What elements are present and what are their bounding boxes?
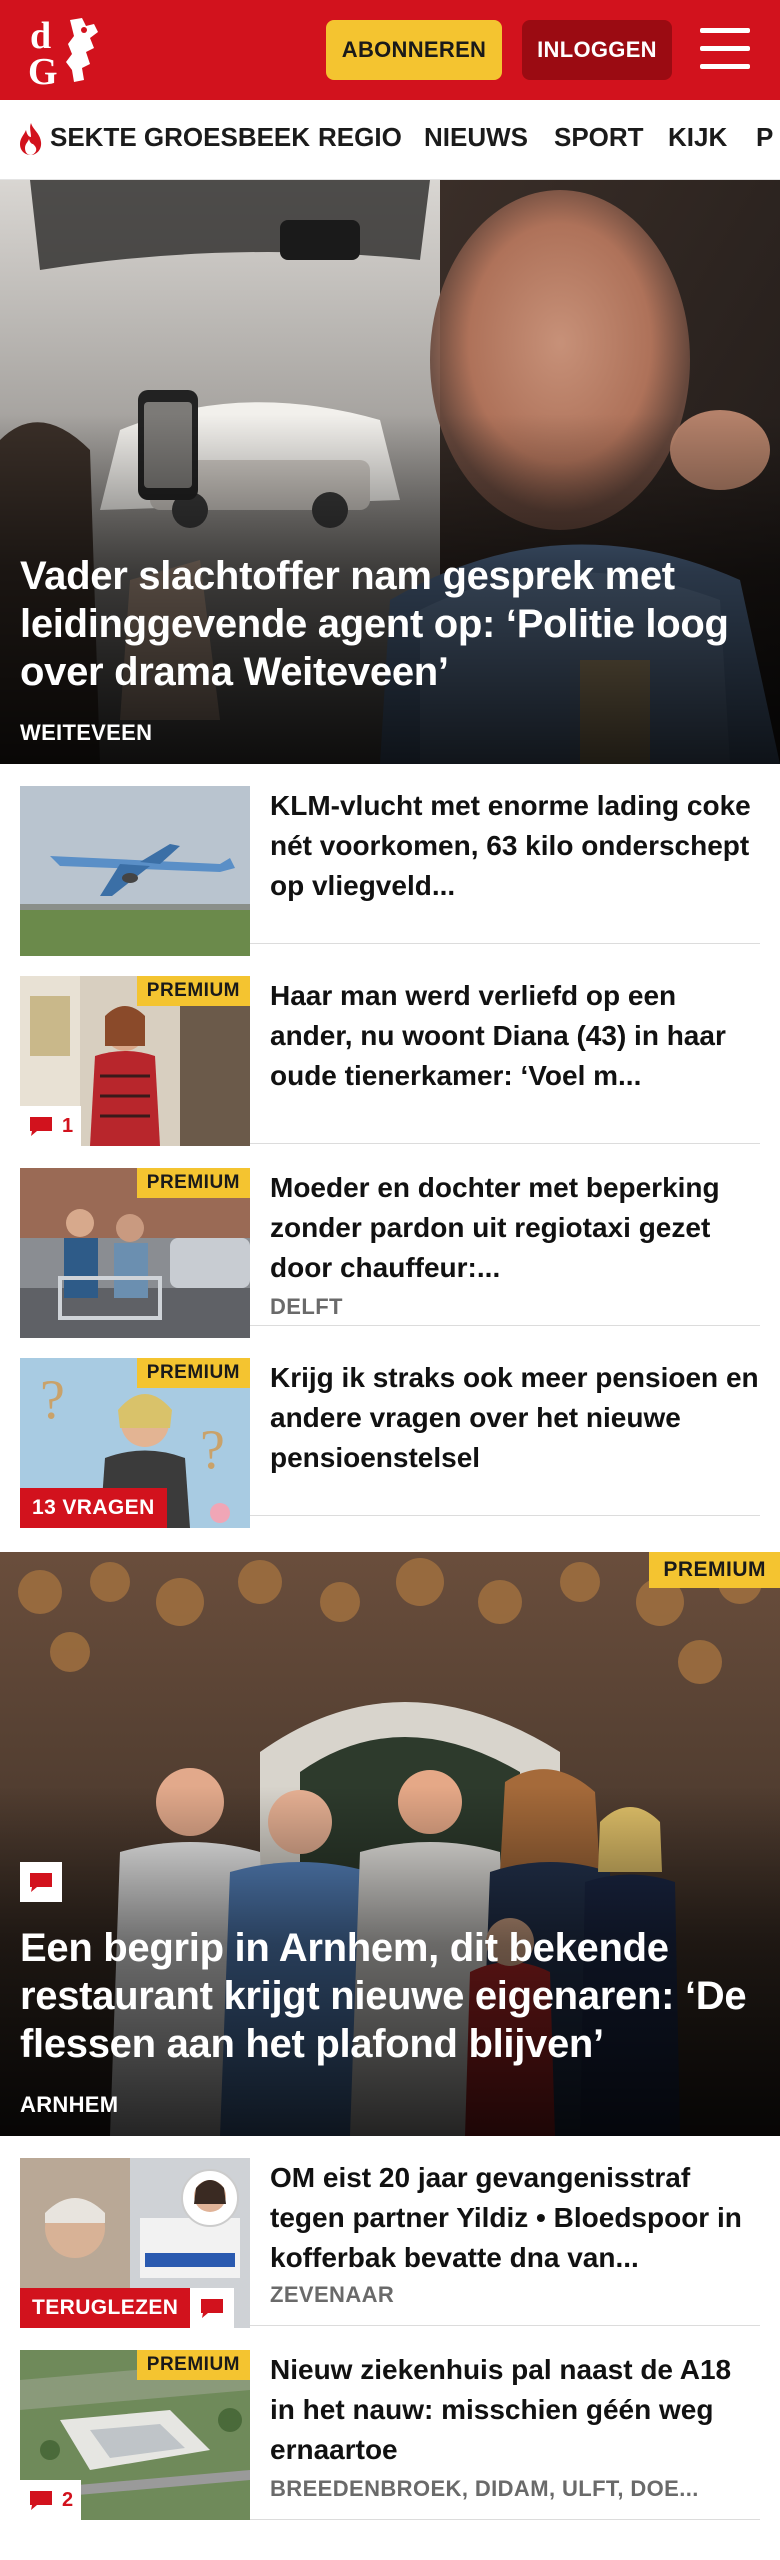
list-item[interactable]: KLM-vlucht met enorme lading coke nét vo… [20, 764, 760, 956]
comment-icon [30, 1117, 52, 1136]
nav-item-regio[interactable]: REGIO [318, 122, 402, 153]
comment-count[interactable]: 1 [20, 1106, 82, 1146]
airplane-image [20, 786, 250, 956]
list-item[interactable]: PREMIUM 2 Nieuw ziekenhuis pal naast de … [20, 2328, 760, 2520]
comment-icon [30, 2491, 52, 2510]
hero-location: WEITEVEEN [20, 720, 153, 745]
comment-count-value: 2 [62, 2488, 74, 2511]
comment-count[interactable]: 2 [20, 2480, 82, 2520]
premium-badge: PREMIUM [136, 1358, 250, 1388]
comment-link[interactable] [20, 1862, 62, 1902]
nav-item-sport[interactable]: SPORT [554, 122, 644, 153]
comment-count-value: 1 [62, 1114, 74, 1137]
flame-icon [20, 123, 42, 155]
comment-icon [30, 1873, 52, 1892]
hero-article-weiteveen[interactable]: Vader slachtoffer nam gesprek met leidin… [0, 180, 780, 764]
subscribe-button[interactable]: ABONNEREN [326, 20, 502, 80]
list-item[interactable]: TERUGLEZEN OM eist 20 jaar gevangenisstr… [20, 2136, 760, 2328]
thumbnail [20, 786, 250, 956]
dg-logo[interactable]: d G [24, 12, 116, 93]
login-button[interactable]: INLOGGEN [522, 20, 672, 80]
hero-location: ARNHEM [20, 2092, 119, 2117]
premium-badge: PREMIUM [136, 976, 250, 1006]
svg-text:G: G [28, 51, 58, 88]
article-title[interactable]: KLM-vlucht met enorme lading coke nét vo… [270, 786, 760, 906]
thumbnail: PREMIUM 2 [20, 2350, 250, 2520]
live-reread-tag: TERUGLEZEN [20, 2288, 191, 2328]
comment-link[interactable] [190, 2288, 234, 2328]
svg-text:?: ? [200, 1419, 225, 1481]
thumbnail: PREMIUM 1 [20, 976, 250, 1146]
list-item[interactable]: PREMIUM Moeder en dochter met beperking … [20, 1146, 760, 1338]
article-location: DELFT [270, 1294, 343, 1319]
thumbnail: ? ? PREMIUM 13 VRAGEN [20, 1358, 250, 1528]
hero-title[interactable]: Vader slachtoffer nam gesprek met leidin… [20, 552, 760, 696]
hero-article-arnhem[interactable]: PREMIUM Een begrip in Arnhem, dit bekend… [0, 1552, 780, 2136]
list-item[interactable]: PREMIUM 1 Haar man werd verliefd op een … [20, 954, 760, 1146]
nav-item-kijk[interactable]: KIJK [668, 122, 727, 153]
questions-tag: 13 VRAGEN [20, 1488, 167, 1528]
article-location: ZEVENAAR [270, 2282, 395, 2307]
article-title[interactable]: OM eist 20 jaar gevangenisstraf tegen pa… [270, 2158, 760, 2278]
premium-badge: PREMIUM [136, 2350, 250, 2380]
logo-icon: d G [28, 15, 98, 93]
list-item[interactable]: ? ? PREMIUM 13 VRAGEN Krijg ik straks oo… [20, 1336, 760, 1528]
article-title[interactable]: Moeder en dochter met beperking zonder p… [270, 1168, 760, 1288]
premium-badge: PREMIUM [649, 1552, 780, 1588]
thumbnail: PREMIUM [20, 1168, 250, 1338]
nav-item-nieuws[interactable]: NIEUWS [424, 122, 528, 153]
svg-text:?: ? [40, 1369, 65, 1431]
thumbnail: TERUGLEZEN [20, 2158, 250, 2328]
nav-item-overflow[interactable]: P [756, 122, 773, 153]
top-bar: d G ABONNEREN INLOGGEN [0, 0, 780, 100]
hero-title[interactable]: Een begrip in Arnhem, dit bekende restau… [20, 1924, 760, 2068]
comment-icon [201, 2299, 223, 2318]
hamburger-menu-icon[interactable] [700, 26, 752, 72]
premium-badge: PREMIUM [136, 1168, 250, 1198]
article-location: BREEDENBROEK, DIDAM, ULFT, DOE... [270, 2476, 699, 2501]
nav-item-sekte-groesbeek[interactable]: SEKTE GROESBEEK [50, 122, 310, 153]
article-title[interactable]: Nieuw ziekenhuis pal naast de A18 in het… [270, 2350, 760, 2470]
article-title[interactable]: Haar man werd verliefd op een ander, nu … [270, 976, 760, 1096]
section-nav: SEKTE GROESBEEK REGIO NIEUWS SPORT KIJK … [0, 100, 780, 180]
article-title[interactable]: Krijg ik straks ook meer pensioen en and… [270, 1358, 760, 1478]
